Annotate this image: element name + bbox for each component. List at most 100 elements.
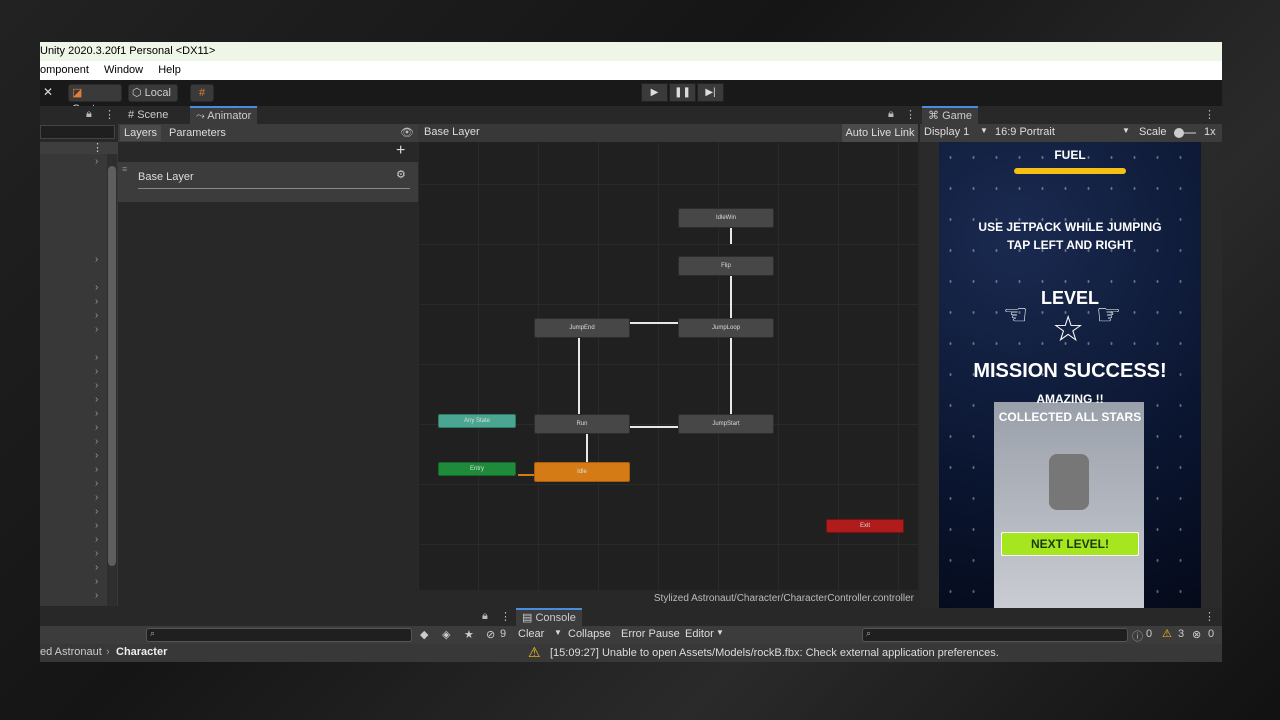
- expand-arrow-icon[interactable]: ›: [95, 436, 98, 447]
- expand-arrow-icon[interactable]: ›: [95, 156, 98, 167]
- state-run[interactable]: Run: [534, 414, 630, 434]
- expand-arrow-icon[interactable]: ›: [95, 464, 98, 475]
- lock-icon[interactable]: 🔒︎: [86, 108, 92, 121]
- state-entry[interactable]: Entry: [438, 462, 516, 476]
- state-idlewin[interactable]: IdleWin: [678, 208, 774, 228]
- expand-arrow-icon[interactable]: ›: [95, 254, 98, 265]
- display-select[interactable]: Display 1: [924, 126, 969, 138]
- pause-button[interactable]: ❚❚: [669, 83, 696, 102]
- breadcrumb-base-layer[interactable]: Base Layer: [424, 126, 480, 138]
- expand-arrow-icon[interactable]: ›: [95, 422, 98, 433]
- state-exit[interactable]: Exit: [826, 519, 904, 533]
- breadcrumb-parent[interactable]: ed Astronaut: [40, 646, 102, 658]
- tab-game[interactable]: ⌘ Game: [922, 106, 979, 124]
- expand-arrow-icon[interactable]: ›: [95, 548, 98, 559]
- state-idle[interactable]: Idle: [534, 462, 630, 482]
- expand-arrow-icon[interactable]: ›: [95, 380, 98, 391]
- expand-arrow-icon[interactable]: ›: [95, 310, 98, 321]
- chevron-down-icon[interactable]: ▼: [554, 628, 562, 637]
- expand-arrow-icon[interactable]: ›: [95, 478, 98, 489]
- expand-arrow-icon[interactable]: ›: [95, 534, 98, 545]
- drag-handle-icon[interactable]: ≡: [122, 164, 127, 174]
- state-jumpstart[interactable]: JumpStart: [678, 414, 774, 434]
- more-menu-icon[interactable]: ⋮: [500, 610, 511, 623]
- game-view[interactable]: FUEL USE JETPACK WHILE JUMPING TAP LEFT …: [939, 142, 1201, 608]
- state-flip[interactable]: Flip: [678, 256, 774, 276]
- pivot-local-button[interactable]: ⬡ Local: [128, 84, 178, 102]
- error-pause-button[interactable]: Error Pause: [621, 628, 680, 640]
- auto-live-link-button[interactable]: Auto Live Link: [842, 124, 918, 142]
- tag-icon[interactable]: ◈: [442, 628, 450, 641]
- expand-arrow-icon[interactable]: ›: [95, 282, 98, 293]
- error-count-icon[interactable]: ⊗: [1192, 628, 1201, 641]
- warning-count-icon[interactable]: ⚠: [1162, 627, 1172, 640]
- tab-animator[interactable]: ⤳ Animator: [190, 106, 258, 124]
- transition-jumpstart-jumploop[interactable]: [730, 334, 732, 418]
- expand-arrow-icon[interactable]: ›: [95, 324, 98, 335]
- eye-icon[interactable]: 👁︎: [400, 126, 414, 139]
- pivot-center-button[interactable]: ◪ Center: [68, 84, 122, 115]
- aspect-select[interactable]: 16:9 Portrait: [995, 126, 1055, 138]
- expand-arrow-icon[interactable]: ›: [95, 366, 98, 377]
- info-count-icon[interactable]: ⓘ: [1132, 628, 1143, 644]
- scrollbar-thumb[interactable]: [108, 166, 116, 566]
- transition-run-jumpstart[interactable]: [630, 426, 678, 428]
- expand-arrow-icon[interactable]: ›: [95, 394, 98, 405]
- breadcrumb-current[interactable]: Character: [116, 646, 167, 658]
- expand-arrow-icon[interactable]: ›: [95, 520, 98, 531]
- grid-snap-button[interactable]: #: [190, 84, 214, 102]
- layer-item-base[interactable]: ≡ Base Layer ⚙︎: [118, 162, 418, 202]
- state-jumploop[interactable]: JumpLoop: [678, 318, 774, 338]
- more-menu-icon[interactable]: ⋮: [104, 108, 115, 121]
- transition-entry-idle[interactable]: [518, 474, 534, 476]
- hidden-eye-icon[interactable]: ⊘: [486, 628, 495, 641]
- expand-arrow-icon[interactable]: ›: [95, 450, 98, 461]
- clear-button[interactable]: Clear: [518, 628, 544, 640]
- console-message-row[interactable]: ⚠ [15:09:27] Unable to open Assets/Model…: [514, 644, 1222, 662]
- more-menu-icon[interactable]: ⋮: [1204, 108, 1215, 121]
- expand-arrow-icon[interactable]: ›: [95, 506, 98, 517]
- lock-icon[interactable]: 🔒︎: [888, 108, 894, 121]
- tab-layers[interactable]: Layers: [120, 125, 162, 141]
- hierarchy-scene-header[interactable]: ⋮: [40, 142, 118, 154]
- expand-arrow-icon[interactable]: ›: [95, 352, 98, 363]
- transition-jumpend-run[interactable]: [578, 334, 580, 418]
- lock-icon[interactable]: 🔒︎: [482, 610, 488, 623]
- transition-jumploop-flip[interactable]: [730, 276, 732, 320]
- project-search-input[interactable]: ⌕: [146, 628, 412, 642]
- menu-help[interactable]: Help: [158, 64, 181, 76]
- state-jumpend[interactable]: JumpEnd: [534, 318, 630, 338]
- console-search-input[interactable]: ⌕: [862, 628, 1128, 642]
- tab-parameters[interactable]: Parameters: [165, 125, 230, 141]
- menu-window[interactable]: Window: [104, 64, 143, 76]
- next-level-button[interactable]: NEXT LEVEL!: [1001, 532, 1139, 556]
- hierarchy-search-input[interactable]: [40, 125, 115, 139]
- scene-menu-icon[interactable]: ⋮: [92, 141, 103, 154]
- project-panel: 🔒︎ ⋮ ⌕ ◆ ◈ ★ ⊘ 9 ed Astronaut › Characte…: [40, 608, 514, 662]
- tab-scene[interactable]: # Scene: [122, 106, 174, 124]
- expand-arrow-icon[interactable]: ›: [95, 408, 98, 419]
- tab-console[interactable]: ▤ Console: [516, 608, 582, 626]
- expand-arrow-icon[interactable]: ›: [95, 590, 98, 601]
- scale-slider-handle[interactable]: [1174, 128, 1184, 138]
- hierarchy-scrollbar[interactable]: [107, 154, 117, 606]
- custom-tool-button[interactable]: ✕: [40, 84, 56, 102]
- transition-jumploop-jumpend[interactable]: [630, 322, 678, 324]
- more-menu-icon[interactable]: ⋮: [1204, 610, 1215, 623]
- expand-arrow-icon[interactable]: ›: [95, 492, 98, 503]
- favorite-star-icon[interactable]: ★: [464, 628, 474, 641]
- more-menu-icon[interactable]: ⋮: [905, 108, 916, 121]
- editor-dropdown[interactable]: Editor: [685, 628, 714, 640]
- expand-arrow-icon[interactable]: ›: [95, 576, 98, 587]
- collapse-button[interactable]: Collapse: [568, 628, 611, 640]
- state-any-state[interactable]: Any State: [438, 414, 516, 428]
- gear-icon[interactable]: ⚙︎: [396, 168, 406, 181]
- expand-arrow-icon[interactable]: ›: [95, 562, 98, 573]
- add-layer-button[interactable]: +: [396, 142, 405, 160]
- animator-graph[interactable]: Base Layer Auto Live Link IdleWin Flip J…: [418, 124, 918, 608]
- expand-arrow-icon[interactable]: ›: [95, 296, 98, 307]
- filter-type-icon[interactable]: ◆: [420, 628, 428, 641]
- menu-component[interactable]: omponent: [40, 64, 89, 76]
- step-button[interactable]: ▶|: [697, 83, 724, 102]
- play-button[interactable]: ▶: [641, 83, 668, 102]
